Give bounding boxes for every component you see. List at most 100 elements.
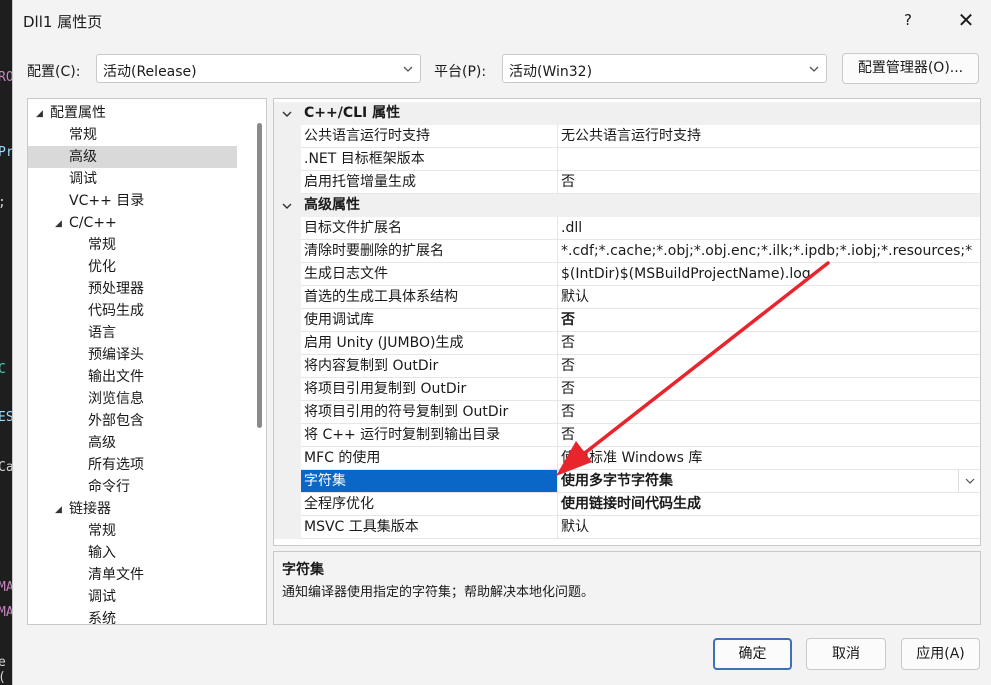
category-label: C++/CLI 属性 [304,105,401,121]
tree-item[interactable]: 常规 [28,234,116,256]
property-row[interactable]: 将项目引用复制到 OutDir 否 [274,378,980,401]
row-gutter [274,217,301,240]
property-value[interactable]: 默认 [558,516,980,539]
tree-item[interactable]: 调试 [28,168,97,190]
property-value-text: .dll [561,220,583,236]
property-row[interactable]: 将 C++ 运行时复制到输出目录否 [274,424,980,447]
property-name: 将内容复制到 OutDir [301,355,558,378]
chevron-down-icon [403,66,413,72]
property-value[interactable]: 否 [558,355,980,378]
property-name: 公共语言运行时支持 [301,125,558,148]
tree-item-label: 链接器 [69,501,111,517]
property-row[interactable]: 清除时要删除的扩展名 *.cdf;*.cache;*.obj;*.obj.enc;… [274,240,980,263]
value-dropdown-button[interactable] [958,470,980,492]
property-grid[interactable]: C++/CLI 属性公共语言运行时支持 无公共语言运行时支持 .NET 目标框架版本… [273,98,981,546]
property-value[interactable]: 否 [558,424,980,447]
property-value[interactable] [558,148,980,171]
tree-item-label: 代码生成 [88,303,144,319]
property-name: 首选的生成工具体系结构 [301,286,558,309]
property-value[interactable]: .dll [558,217,980,240]
property-row[interactable]: 首选的生成工具体系结构 默认 [274,286,980,309]
category-row[interactable]: C++/CLI 属性 [274,102,980,125]
property-row[interactable]: 全程序优化 使用链接时间代码生成 [274,493,980,516]
platform-dropdown[interactable]: 活动(Win32) [502,54,827,83]
help-button[interactable]: ? [893,8,923,32]
tree-item[interactable]: 所有选项 [28,454,144,476]
property-row[interactable]: 字符集 使用多字节字符集 [274,470,980,493]
expand-triangle-icon[interactable]: ◢ [36,103,50,125]
property-value[interactable]: 否 [558,171,980,194]
property-row[interactable]: 使用调试库否 [274,309,980,332]
property-row[interactable]: MFC 的使用 使用标准 Windows 库 [274,447,980,470]
config-label: 配置(C): [27,64,81,80]
property-value[interactable]: 使用链接时间代码生成 [558,493,980,516]
property-value[interactable]: *.cdf;*.cache;*.obj;*.obj.enc;*.ilk;*.ip… [558,240,980,263]
collapse-chevron-icon[interactable] [282,201,292,211]
tree-item[interactable]: 预处理器 [28,278,144,300]
tree-item[interactable]: VC++ 目录 [28,190,144,212]
tree-item[interactable]: 清单文件 [28,564,144,586]
tree-item[interactable]: 高级 [28,432,116,454]
tree-item-label: 语言 [88,325,116,341]
property-row[interactable]: 生成日志文件 $(IntDir)$(MSBuildProjectName).log [274,263,980,286]
tree-item[interactable]: 调试 [28,586,116,608]
tree-item-label: 常规 [69,127,97,143]
property-value[interactable]: 否 [558,332,980,355]
property-row[interactable]: 目标文件扩展名 .dll [274,217,980,240]
row-gutter [274,493,301,516]
property-value[interactable]: 使用标准 Windows 库 [558,447,980,470]
category-row[interactable]: 高级属性 [274,194,980,217]
property-value[interactable]: $(IntDir)$(MSBuildProjectName).log [558,263,980,286]
property-name: 使用调试库 [301,309,558,332]
property-value[interactable]: 使用多字节字符集 [558,470,980,493]
property-name: 启用 Unity (JUMBO)生成 [301,332,558,355]
tree-item-label: 输出文件 [88,369,144,385]
tree-item[interactable]: 常规 [28,520,116,542]
tree-item[interactable]: 代码生成 [28,300,144,322]
tree-item[interactable]: 常规 [28,124,97,146]
tree-item[interactable]: 语言 [28,322,116,344]
tree-item[interactable]: 优化 [28,256,116,278]
property-tree[interactable]: ◢ 配置属性 常规 高级 调试 VC++ 目录 ◢ C/C++ 常规 优化 预处理器 代码生成 语言 预编… [27,98,267,625]
tree-item[interactable]: 高级 [28,146,237,168]
tree-item[interactable]: 输出文件 [28,366,144,388]
property-name: MFC 的使用 [301,447,558,470]
ok-button[interactable]: 确定 [713,638,792,670]
collapse-chevron-icon[interactable] [282,109,292,119]
config-manager-button[interactable]: 配置管理器(O)... [842,53,979,84]
tree-item[interactable]: 命令行 [28,476,130,498]
tree-item[interactable]: 系统 [28,608,116,624]
expand-triangle-icon[interactable]: ◢ [55,213,69,235]
property-value-text: 无公共语言运行时支持 [561,128,701,144]
property-row[interactable]: 将项目引用的符号复制到 OutDir 否 [274,401,980,424]
tree-item[interactable]: 浏览信息 [28,388,144,410]
apply-button[interactable]: 应用(A) [901,638,980,670]
property-value[interactable]: 否 [558,309,980,332]
property-value[interactable]: 否 [558,378,980,401]
expand-triangle-icon[interactable]: ◢ [55,499,69,521]
tree-item[interactable]: ◢ 链接器 [28,498,111,520]
tree-scrollbar[interactable] [257,123,262,428]
property-row[interactable]: 启用托管增量生成否 [274,171,980,194]
property-value[interactable]: 否 [558,401,980,424]
property-row[interactable]: 将内容复制到 OutDir 否 [274,355,980,378]
tree-item[interactable]: 预编译头 [28,344,144,366]
property-value[interactable]: 默认 [558,286,980,309]
property-row[interactable]: MSVC 工具集版本 默认 [274,516,980,539]
cancel-button[interactable]: 取消 [806,638,886,670]
tree-item[interactable]: 外部包含 [28,410,144,432]
config-dropdown[interactable]: 活动(Release) [96,54,421,83]
property-value-text: 否 [561,427,575,443]
property-pages-dialog: Dll1 属性页 ? ✕ 配置(C): 活动(Release) 平台(P): 活… [12,0,991,685]
tree-item[interactable]: ◢ 配置属性 [28,102,106,124]
tree-item-label: 优化 [88,259,116,275]
property-name: .NET 目标框架版本 [301,148,558,171]
property-row[interactable]: 公共语言运行时支持 无公共语言运行时支持 [274,125,980,148]
property-value[interactable]: 无公共语言运行时支持 [558,125,980,148]
property-row[interactable]: 启用 Unity (JUMBO)生成否 [274,332,980,355]
tree-item-label: 常规 [88,523,116,539]
close-button[interactable]: ✕ [951,6,981,34]
property-row[interactable]: .NET 目标框架版本 [274,148,980,171]
tree-item[interactable]: 输入 [28,542,116,564]
tree-item[interactable]: ◢ C/C++ [28,212,117,234]
